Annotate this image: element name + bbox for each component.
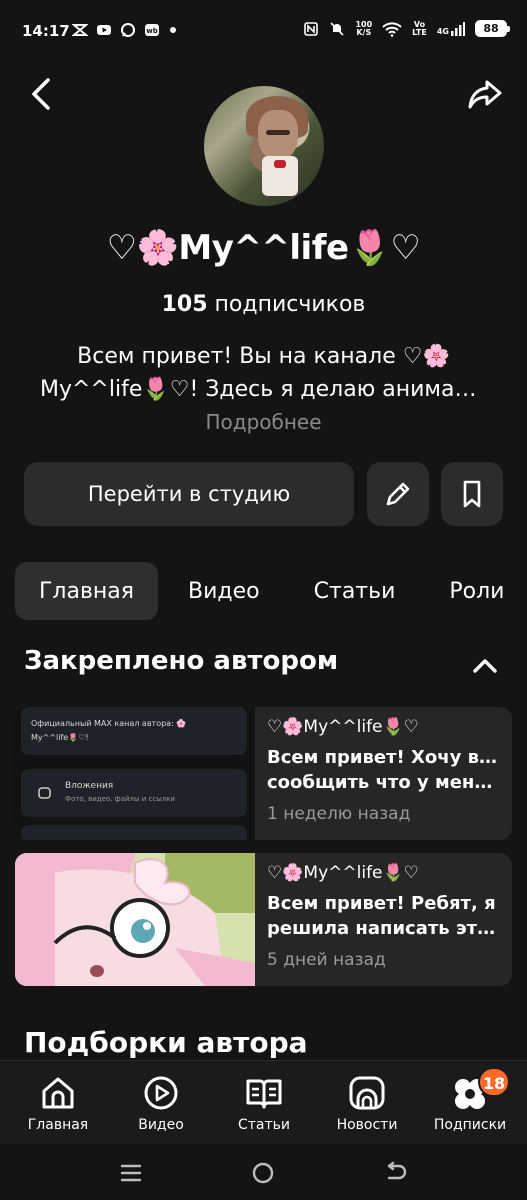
tab-main[interactable]: Главная	[15, 562, 159, 620]
subscriber-count: 105 подписчиков	[161, 292, 366, 317]
video-play-icon	[144, 1076, 178, 1110]
tab-roles[interactable]: Роли	[425, 562, 527, 620]
status-bar: 14:17 wb 100 K/S Vo LTE 4G 88	[0, 0, 527, 64]
system-navigation-bar	[0, 1144, 527, 1200]
app-notification-icon	[72, 24, 88, 36]
post-author: ♡🌸My^^life🌷♡	[267, 863, 419, 883]
collections-section-title: Подборки автора	[24, 1026, 308, 1059]
volte-indicator: Vo LTE	[412, 19, 427, 37]
recent-apps-icon[interactable]	[118, 1160, 144, 1186]
system-status-icons: 100 K/S Vo LTE 4G 88	[303, 19, 510, 37]
post-text: Всем привет! Хочу вам сообщить что у мен…	[267, 747, 503, 793]
more-notifications-dot-icon	[170, 27, 176, 33]
network-speed: 100 K/S	[355, 19, 373, 37]
anime-character-image	[15, 853, 255, 986]
cell-signal-icon: 4G	[437, 21, 465, 36]
nfc-icon	[304, 21, 319, 36]
channel-avatar	[204, 86, 324, 206]
nav-articles[interactable]: Статьи	[214, 1075, 314, 1133]
tab-video[interactable]: Видео	[164, 562, 284, 620]
bookmark-icon	[463, 480, 481, 508]
share-icon[interactable]	[465, 74, 505, 114]
wifi-icon	[382, 21, 402, 37]
pinned-section-title: Закреплено автором	[24, 646, 339, 676]
battery-icon: 88	[475, 20, 510, 37]
attachment-icon	[38, 787, 51, 799]
back-arrow-icon[interactable]	[22, 74, 62, 114]
post-time: 1 неделю назад	[267, 804, 411, 824]
pinned-card[interactable]: Официальный MAX канал автора: 🌸 My^^life…	[15, 707, 512, 840]
post-time: 5 дней назад	[267, 950, 386, 970]
pinned-card[interactable]: ♡🌸My^^life🌷♡ Всем привет! Ребят, я решил…	[15, 853, 512, 986]
notification-icons: wb	[72, 22, 176, 38]
post-thumbnail	[15, 853, 255, 986]
bookmark-button[interactable]	[441, 462, 503, 526]
channel-tabs: Главная Видео Статьи Роли	[15, 562, 527, 620]
nav-video[interactable]: Видео	[111, 1075, 211, 1133]
status-time: 14:17	[22, 22, 70, 40]
chat-icon	[121, 23, 135, 37]
notification-badge: 18	[478, 1067, 510, 1097]
post-text: Всем привет! Ребят, я решила написать эт…	[267, 893, 503, 939]
youtube-icon	[97, 25, 111, 35]
wb-app-icon: wb	[145, 24, 159, 36]
tab-articles[interactable]: Статьи	[290, 562, 420, 620]
post-thumbnail: Официальный MAX канал автора: 🌸 My^^life…	[15, 707, 255, 840]
chevron-up-icon[interactable]	[469, 650, 501, 682]
articles-book-icon	[246, 1079, 282, 1109]
nav-subscriptions[interactable]: 18 Подписки	[420, 1067, 520, 1133]
news-icon	[349, 1076, 385, 1110]
back-system-icon[interactable]	[383, 1160, 409, 1186]
pencil-icon	[386, 482, 410, 506]
svg-text:wb: wb	[146, 27, 157, 35]
edit-button[interactable]	[367, 462, 429, 526]
post-author: ♡🌸My^^life🌷♡	[267, 717, 419, 737]
nav-home[interactable]: Главная	[8, 1075, 108, 1133]
nav-news[interactable]: Новости	[317, 1075, 417, 1133]
home-circle-icon[interactable]	[250, 1160, 276, 1186]
mute-bell-icon	[330, 21, 345, 36]
more-link[interactable]: Подробнее	[0, 410, 527, 434]
home-icon	[42, 1077, 74, 1109]
channel-description: Всем привет! Вы на канале ♡🌸 My^^life🌷♡!…	[40, 344, 487, 402]
channel-name: ♡🌸My^^life🌷♡	[106, 228, 421, 268]
bottom-navigation: Главная Видео Статьи Новости 18 Подписки	[0, 1060, 527, 1144]
go-to-studio-button[interactable]: Перейти в студию	[24, 462, 354, 526]
